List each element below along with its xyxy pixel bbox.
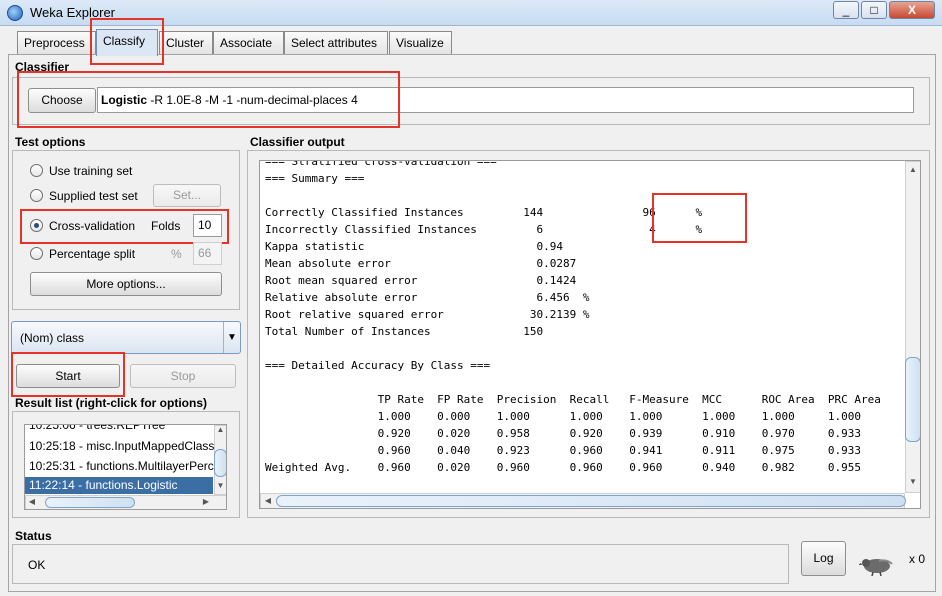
output-line: 1.000 0.000 1.000 1.000 1.000 1.000 1.00…	[265, 410, 862, 423]
stop-button[interactable]: Stop	[130, 364, 236, 388]
result-list[interactable]: 10:25:06 - trees.REPTree 10:25:18 - misc…	[24, 424, 227, 510]
output-line: 0.960 0.040 0.923 0.960 0.941 0.911 0.97…	[265, 444, 862, 457]
output-cut-line: === Stratified cross-validation ===	[265, 160, 497, 168]
output-line: === Detailed Accuracy By Class ===	[265, 359, 491, 372]
class-select[interactable]: (Nom) class ▼	[11, 321, 241, 354]
supplied-test-set-radio[interactable]	[30, 189, 43, 202]
result-item-selected[interactable]: 11:22:14 - functions.Logistic	[25, 477, 213, 494]
result-list-label: Result list (right-click for options)	[15, 396, 208, 410]
tab-cluster[interactable]: Cluster	[159, 31, 213, 54]
more-options-button[interactable]: More options...	[30, 272, 222, 296]
scroll-left-icon[interactable]: ◀	[27, 497, 37, 506]
use-training-set-label: Use training set	[49, 164, 133, 178]
scroll-up-icon[interactable]: ▲	[214, 425, 226, 434]
scroll-up-icon[interactable]: ▲	[905, 165, 920, 174]
set-test-set-button[interactable]: Set...	[153, 184, 221, 207]
use-training-set-radio[interactable]	[30, 164, 43, 177]
classifier-output-area[interactable]: === Stratified cross-validation === === …	[259, 160, 921, 509]
output-line: Root relative squared error 30.2139 %	[265, 308, 590, 321]
output-line: Total Number of Instances 150	[265, 325, 544, 338]
task-count: x 0	[909, 552, 926, 566]
classify-tab-highlight	[90, 18, 164, 65]
output-line: TP Rate FP Rate Precision Recall F-Measu…	[265, 393, 881, 406]
close-window-button[interactable]: X	[889, 1, 935, 19]
start-highlight	[11, 352, 125, 397]
cross-validation-highlight	[20, 209, 229, 244]
weka-bird-icon[interactable]	[858, 551, 895, 577]
output-line: Mean absolute error 0.0287	[265, 257, 577, 270]
log-button[interactable]: Log	[801, 541, 846, 576]
percentage-split-label: Percentage split	[49, 247, 136, 261]
supplied-test-set-label: Supplied test set	[49, 189, 138, 203]
scroll-right-icon[interactable]: ▶	[201, 497, 211, 506]
output-text-viewport: === Stratified cross-validation === === …	[265, 160, 904, 492]
output-line: Relative absolute error 6.456 %	[265, 291, 590, 304]
result-list-vscroll-thumb[interactable]	[214, 449, 226, 477]
status-label: Status	[15, 529, 52, 543]
percent-sign: %	[171, 247, 182, 261]
weka-app-icon	[7, 5, 23, 21]
chevron-down-icon: ▼	[223, 322, 240, 353]
result-item[interactable]: 10:25:31 - functions.MultilayerPerceptro…	[25, 458, 223, 475]
scroll-down-icon[interactable]: ▼	[905, 477, 920, 486]
output-line: Correctly Classified Instances 144 96 %	[265, 206, 703, 219]
scroll-left-icon[interactable]: ◀	[263, 496, 273, 505]
output-line: === Summary ===	[265, 172, 365, 185]
output-text: === Summary === Correctly Classified Inst…	[265, 170, 881, 476]
minimize-button[interactable]: _	[833, 1, 859, 19]
output-vscroll-thumb[interactable]	[905, 357, 920, 442]
tab-associate[interactable]: Associate	[213, 31, 284, 54]
classifier-output-label: Classifier output	[250, 135, 345, 149]
output-line: Root mean squared error 0.1424	[265, 274, 577, 287]
output-line: Incorrectly Classified Instances 6 4 %	[265, 223, 703, 236]
maximize-button[interactable]: □	[861, 1, 887, 19]
tab-visualize[interactable]: Visualize	[389, 31, 452, 54]
percentage-input[interactable]: 66	[193, 242, 222, 265]
tab-select-attributes[interactable]: Select attributes	[284, 31, 388, 54]
output-line: 0.920 0.020 0.958 0.920 0.939 0.910 0.97…	[265, 427, 862, 440]
scroll-down-icon[interactable]: ▼	[214, 481, 226, 490]
accuracy-highlight	[652, 193, 747, 243]
status-text: OK	[28, 558, 46, 572]
classifier-highlight	[17, 71, 400, 128]
output-line: Weighted Avg. 0.960 0.020 0.960 0.960 0.…	[265, 461, 862, 474]
percentage-split-radio[interactable]	[30, 247, 43, 260]
result-item[interactable]: 10:25:06 - trees.REPTree	[25, 425, 223, 434]
test-options-label: Test options	[15, 135, 86, 149]
result-item[interactable]: 10:25:18 - misc.InputMappedClassifier	[25, 438, 223, 455]
class-select-value: (Nom) class	[20, 331, 85, 345]
output-vscrollbar[interactable]	[905, 161, 920, 493]
output-line: Kappa statistic 0.94	[265, 240, 564, 253]
status-bar: OK	[12, 544, 789, 584]
output-hscroll-thumb[interactable]	[276, 495, 906, 507]
result-list-hscroll-thumb[interactable]	[45, 497, 135, 508]
tab-preprocess[interactable]: Preprocess	[17, 31, 96, 54]
